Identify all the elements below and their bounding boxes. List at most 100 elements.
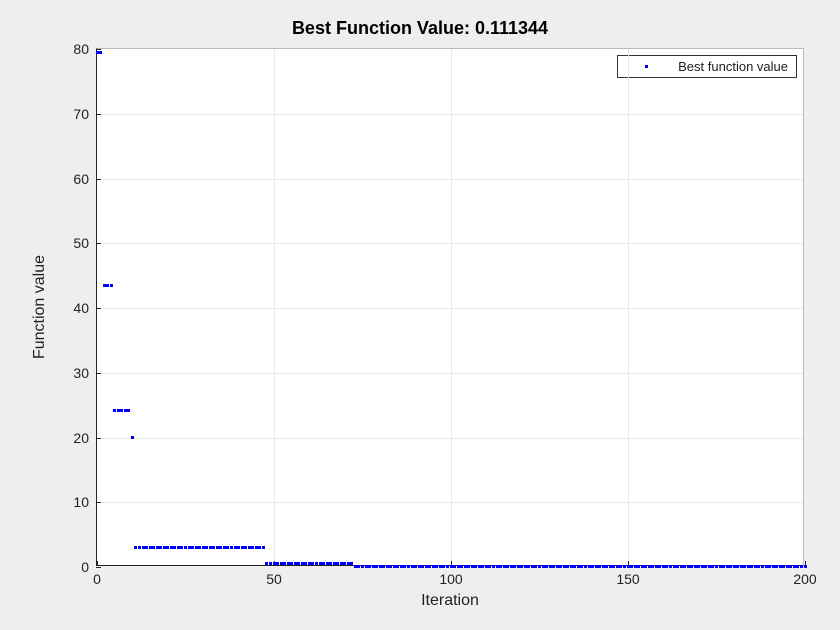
data-point [347, 562, 350, 565]
data-point [354, 565, 357, 568]
x-tick-label: 100 [439, 571, 462, 587]
data-point [428, 565, 431, 568]
y-tick [96, 243, 101, 244]
data-point [510, 565, 513, 568]
axes: Best function value 05010015020001020304… [96, 48, 804, 566]
data-point [442, 565, 445, 568]
data-point [662, 565, 665, 568]
data-point [396, 565, 399, 568]
data-point [605, 565, 608, 568]
x-tick-label: 150 [616, 571, 639, 587]
data-point [542, 565, 545, 568]
y-tick [96, 567, 101, 568]
data-point [800, 565, 803, 568]
gridline-vertical [274, 49, 275, 565]
y-tick-label: 0 [81, 559, 89, 575]
data-point [234, 546, 237, 549]
x-axis-label: Iteration [96, 592, 804, 610]
gridline-horizontal [97, 243, 803, 244]
data-point [262, 546, 265, 549]
data-point [212, 546, 215, 549]
data-point [655, 565, 658, 568]
data-point [676, 565, 679, 568]
gridline-vertical [628, 49, 629, 565]
data-point [750, 565, 753, 568]
gridline-horizontal [97, 438, 803, 439]
data-point [740, 565, 743, 568]
data-point [209, 546, 212, 549]
data-point [598, 565, 601, 568]
data-point [127, 409, 130, 412]
x-tick-label: 50 [266, 571, 282, 587]
data-point [170, 546, 173, 549]
y-axis-label: Function value [30, 48, 50, 566]
data-point [188, 546, 191, 549]
data-point [297, 562, 300, 565]
data-point [138, 546, 141, 549]
data-point [588, 565, 591, 568]
data-point [453, 565, 456, 568]
y-tick [96, 114, 101, 115]
data-point [226, 546, 229, 549]
data-point [506, 565, 509, 568]
x-tick-label: 0 [93, 571, 101, 587]
data-point [757, 565, 760, 568]
data-point [446, 565, 449, 568]
data-point [534, 565, 537, 568]
data-point [329, 562, 332, 565]
data-point [435, 565, 438, 568]
gridline-horizontal [97, 373, 803, 374]
y-tick-label: 10 [73, 494, 89, 510]
data-point [265, 562, 268, 565]
x-tick-label: 200 [793, 571, 816, 587]
data-point [202, 546, 205, 549]
data-point [531, 565, 534, 568]
data-point [765, 565, 768, 568]
data-point [492, 565, 495, 568]
data-point [517, 565, 520, 568]
data-point [566, 565, 569, 568]
gridline-horizontal [97, 308, 803, 309]
data-point [163, 546, 166, 549]
data-point [195, 546, 198, 549]
data-point [708, 565, 711, 568]
data-point [110, 284, 113, 287]
data-point [485, 565, 488, 568]
figure-window: Best Function Value: 0.111344 Best funct… [0, 0, 840, 630]
y-tick [96, 373, 101, 374]
data-point [612, 565, 615, 568]
dot-icon [645, 65, 648, 68]
data-point [460, 565, 463, 568]
data-point [290, 562, 293, 565]
data-point [796, 565, 799, 568]
y-tick [96, 179, 101, 180]
data-point [467, 565, 470, 568]
data-point [177, 546, 180, 549]
data-point [124, 409, 127, 412]
data-point [789, 565, 792, 568]
data-point [524, 565, 527, 568]
data-point [386, 565, 389, 568]
data-point [683, 565, 686, 568]
gridline-horizontal [97, 502, 803, 503]
data-point [421, 565, 424, 568]
data-point [549, 565, 552, 568]
data-point [418, 565, 421, 568]
data-point [478, 565, 481, 568]
gridline-horizontal [97, 179, 803, 180]
y-tick-label: 30 [73, 365, 89, 381]
data-point [99, 51, 102, 54]
data-point [152, 546, 155, 549]
data-point [372, 565, 375, 568]
data-point [131, 436, 134, 439]
data-point [258, 546, 261, 549]
data-point [782, 565, 785, 568]
data-point [651, 565, 654, 568]
data-point [637, 565, 640, 568]
data-point [120, 409, 123, 412]
y-tick-label: 40 [73, 300, 89, 316]
data-point [145, 546, 148, 549]
data-point [308, 562, 311, 565]
gridline-vertical [451, 49, 452, 565]
data-point [669, 565, 672, 568]
